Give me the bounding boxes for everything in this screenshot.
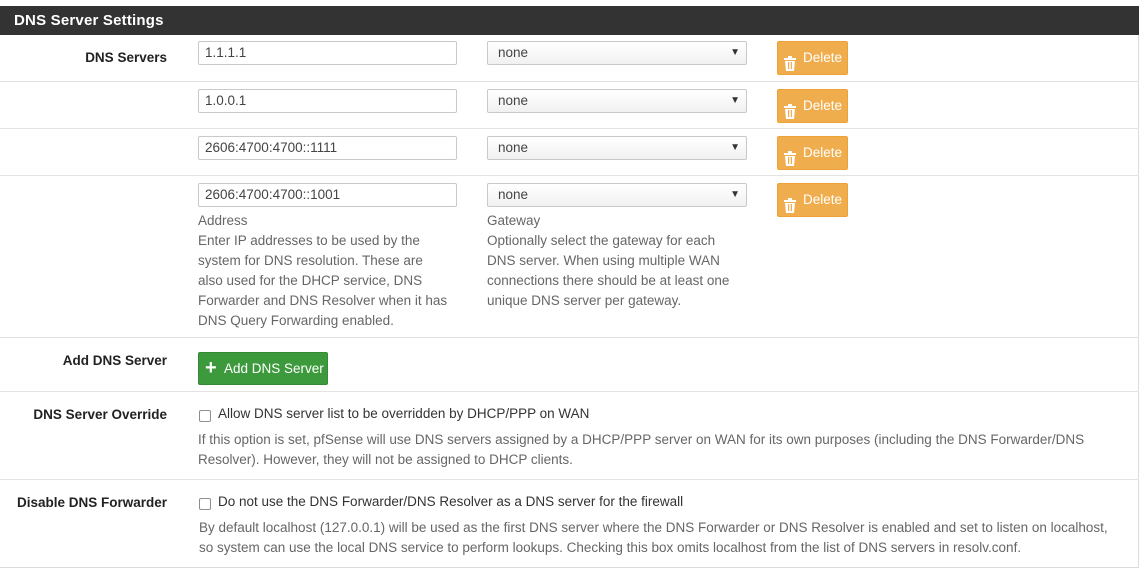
dns-server-row: 2606:4700:4700::1111 none ▼ Delete xyxy=(0,128,1139,175)
gateway-select-value: none xyxy=(498,140,529,155)
caret-down-icon: ▼ xyxy=(730,142,740,153)
override-checkbox-label[interactable]: Allow DNS server list to be overridden b… xyxy=(218,406,589,421)
gateway-select-value: none xyxy=(498,187,529,202)
gateway-select[interactable]: none ▼ xyxy=(487,41,747,65)
delete-button-label: Delete xyxy=(803,50,843,65)
address-help: Address Enter IP addresses to be used by… xyxy=(198,211,478,331)
override-help-line: If this option is set, pfSense will use … xyxy=(198,432,1085,447)
override-checkbox[interactable] xyxy=(199,410,211,422)
dns-address-input[interactable]: 2606:4700:4700::1001 xyxy=(198,183,457,207)
add-dns-label: Add DNS Server xyxy=(62,353,167,368)
override-help-line: Resolver). However, they will not be ass… xyxy=(198,452,573,467)
gateway-select[interactable]: none ▼ xyxy=(487,183,747,207)
address-help-line: system for DNS resolution. These are xyxy=(198,253,423,268)
gateway-select[interactable]: none ▼ xyxy=(487,89,747,113)
override-row: DNS Server Override Allow DNS server lis… xyxy=(0,391,1139,479)
delete-button[interactable]: Delete xyxy=(777,183,848,217)
gateway-help: Gateway Optionally select the gateway fo… xyxy=(487,211,767,311)
trash-icon xyxy=(783,99,797,131)
caret-down-icon: ▼ xyxy=(730,189,740,200)
dns-address-input[interactable]: 1.0.0.1 xyxy=(198,89,457,113)
address-help-line: Enter IP addresses to be used by the xyxy=(198,233,420,248)
address-help-line: also used for the DHCP service, DNS xyxy=(198,273,423,288)
add-dns-button-label: Add DNS Server xyxy=(224,361,324,376)
dns-server-row: 1.0.0.1 none ▼ Delete xyxy=(0,81,1139,128)
dns-servers-label: DNS Servers xyxy=(85,50,167,65)
dns-settings-panel: DNS Server Settings DNS Servers 1.1.1.1 … xyxy=(0,6,1139,568)
disable-forwarder-help-line: so system can use the local DNS service … xyxy=(199,540,1022,555)
trash-icon xyxy=(783,51,797,83)
add-dns-server-button[interactable]: + Add DNS Server xyxy=(198,352,328,385)
disable-forwarder-label: Disable DNS Forwarder xyxy=(16,495,167,510)
delete-button-label: Delete xyxy=(803,98,843,113)
add-dns-row: Add DNS Server + Add DNS Server xyxy=(0,337,1139,391)
trash-icon xyxy=(783,146,797,178)
gateway-help-title: Gateway xyxy=(487,213,541,228)
dns-server-row: DNS Servers 1.1.1.1 none ▼ Delete xyxy=(0,35,1139,81)
gateway-help-line: DNS server. When using multiple WAN xyxy=(487,253,720,268)
delete-button[interactable]: Delete xyxy=(777,41,848,75)
gateway-select-value: none xyxy=(498,45,529,60)
gateway-select[interactable]: none ▼ xyxy=(487,136,747,160)
delete-button[interactable]: Delete xyxy=(777,89,848,123)
delete-button-label: Delete xyxy=(803,192,843,207)
override-help: If this option is set, pfSense will use … xyxy=(198,430,1133,470)
disable-forwarder-checkbox[interactable] xyxy=(199,498,211,510)
address-help-line: DNS Query Forwarding enabled. xyxy=(198,313,394,328)
gateway-help-line: unique DNS server per gateway. xyxy=(487,293,682,308)
dns-address-input[interactable]: 1.1.1.1 xyxy=(198,41,457,65)
plus-icon: + xyxy=(205,357,217,379)
disable-forwarder-help: By default localhost (127.0.0.1) will be… xyxy=(199,518,1134,558)
gateway-help-line: connections there should be at least one xyxy=(487,273,730,288)
address-help-title: Address xyxy=(198,213,248,228)
caret-down-icon: ▼ xyxy=(730,47,740,58)
disable-forwarder-help-line: By default localhost (127.0.0.1) will be… xyxy=(199,520,1108,535)
dns-address-input[interactable]: 2606:4700:4700::1111 xyxy=(198,136,457,160)
trash-icon xyxy=(783,193,797,225)
override-label: DNS Server Override xyxy=(33,407,167,422)
panel-title: DNS Server Settings xyxy=(0,6,1139,35)
dns-server-row: 2606:4700:4700::1001 none ▼ Delete Addre… xyxy=(0,175,1139,337)
gateway-help-line: Optionally select the gateway for each xyxy=(487,233,716,248)
disable-forwarder-checkbox-label[interactable]: Do not use the DNS Forwarder/DNS Resolve… xyxy=(218,494,683,509)
caret-down-icon: ▼ xyxy=(730,95,740,106)
gateway-select-value: none xyxy=(498,93,529,108)
delete-button[interactable]: Delete xyxy=(777,136,848,170)
disable-forwarder-row: Disable DNS Forwarder Do not use the DNS… xyxy=(0,479,1139,568)
address-help-line: Forwarder and DNS Resolver when it has xyxy=(198,293,448,308)
delete-button-label: Delete xyxy=(803,145,843,160)
